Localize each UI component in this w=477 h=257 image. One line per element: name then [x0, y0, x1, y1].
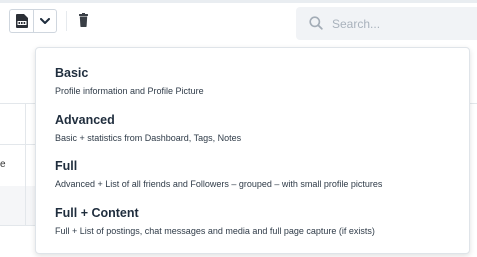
- menu-item-title: Full + Content: [55, 206, 139, 220]
- search-box[interactable]: [296, 7, 477, 40]
- toolbar-separator: [66, 11, 67, 31]
- background-row-text: e: [0, 159, 6, 170]
- pdf-file-icon: [15, 14, 28, 28]
- chevron-down-icon: [40, 17, 50, 24]
- export-options-toggle[interactable]: [33, 9, 57, 33]
- trash-icon: [78, 13, 88, 27]
- search-icon: [309, 16, 323, 30]
- background-divider: [0, 144, 36, 145]
- background-divider: [0, 103, 36, 104]
- export-option-basic[interactable]: Basic Profile information and Profile Pi…: [55, 66, 460, 97]
- toolbar-top-shade: [0, 0, 477, 3]
- export-pdf-button[interactable]: [9, 9, 33, 33]
- menu-item-title: Advanced: [55, 113, 115, 127]
- delete-button[interactable]: [74, 10, 92, 30]
- background-divider: [0, 225, 36, 226]
- menu-item-title: Full: [55, 159, 78, 173]
- menu-item-title: Basic: [55, 66, 89, 80]
- search-input[interactable]: [332, 13, 472, 34]
- menu-item-description: Advanced + List of all friends and Follo…: [55, 179, 383, 189]
- export-options-menu: Basic Profile information and Profile Pi…: [35, 47, 470, 254]
- background-column-divider: [25, 103, 26, 225]
- menu-item-description: Full + List of postings, chat messages a…: [55, 226, 375, 236]
- menu-item-description: Basic + statistics from Dashboard, Tags,…: [55, 133, 242, 143]
- export-option-full-content[interactable]: Full + Content Full + List of postings, …: [55, 206, 460, 237]
- background-row-band: [0, 186, 36, 225]
- top-toolbar: [0, 0, 477, 46]
- export-option-advanced[interactable]: Advanced Basic + statistics from Dashboa…: [55, 113, 460, 144]
- export-option-full[interactable]: Full Advanced + List of all friends and …: [55, 159, 460, 190]
- menu-item-description: Profile information and Profile Picture: [55, 86, 204, 96]
